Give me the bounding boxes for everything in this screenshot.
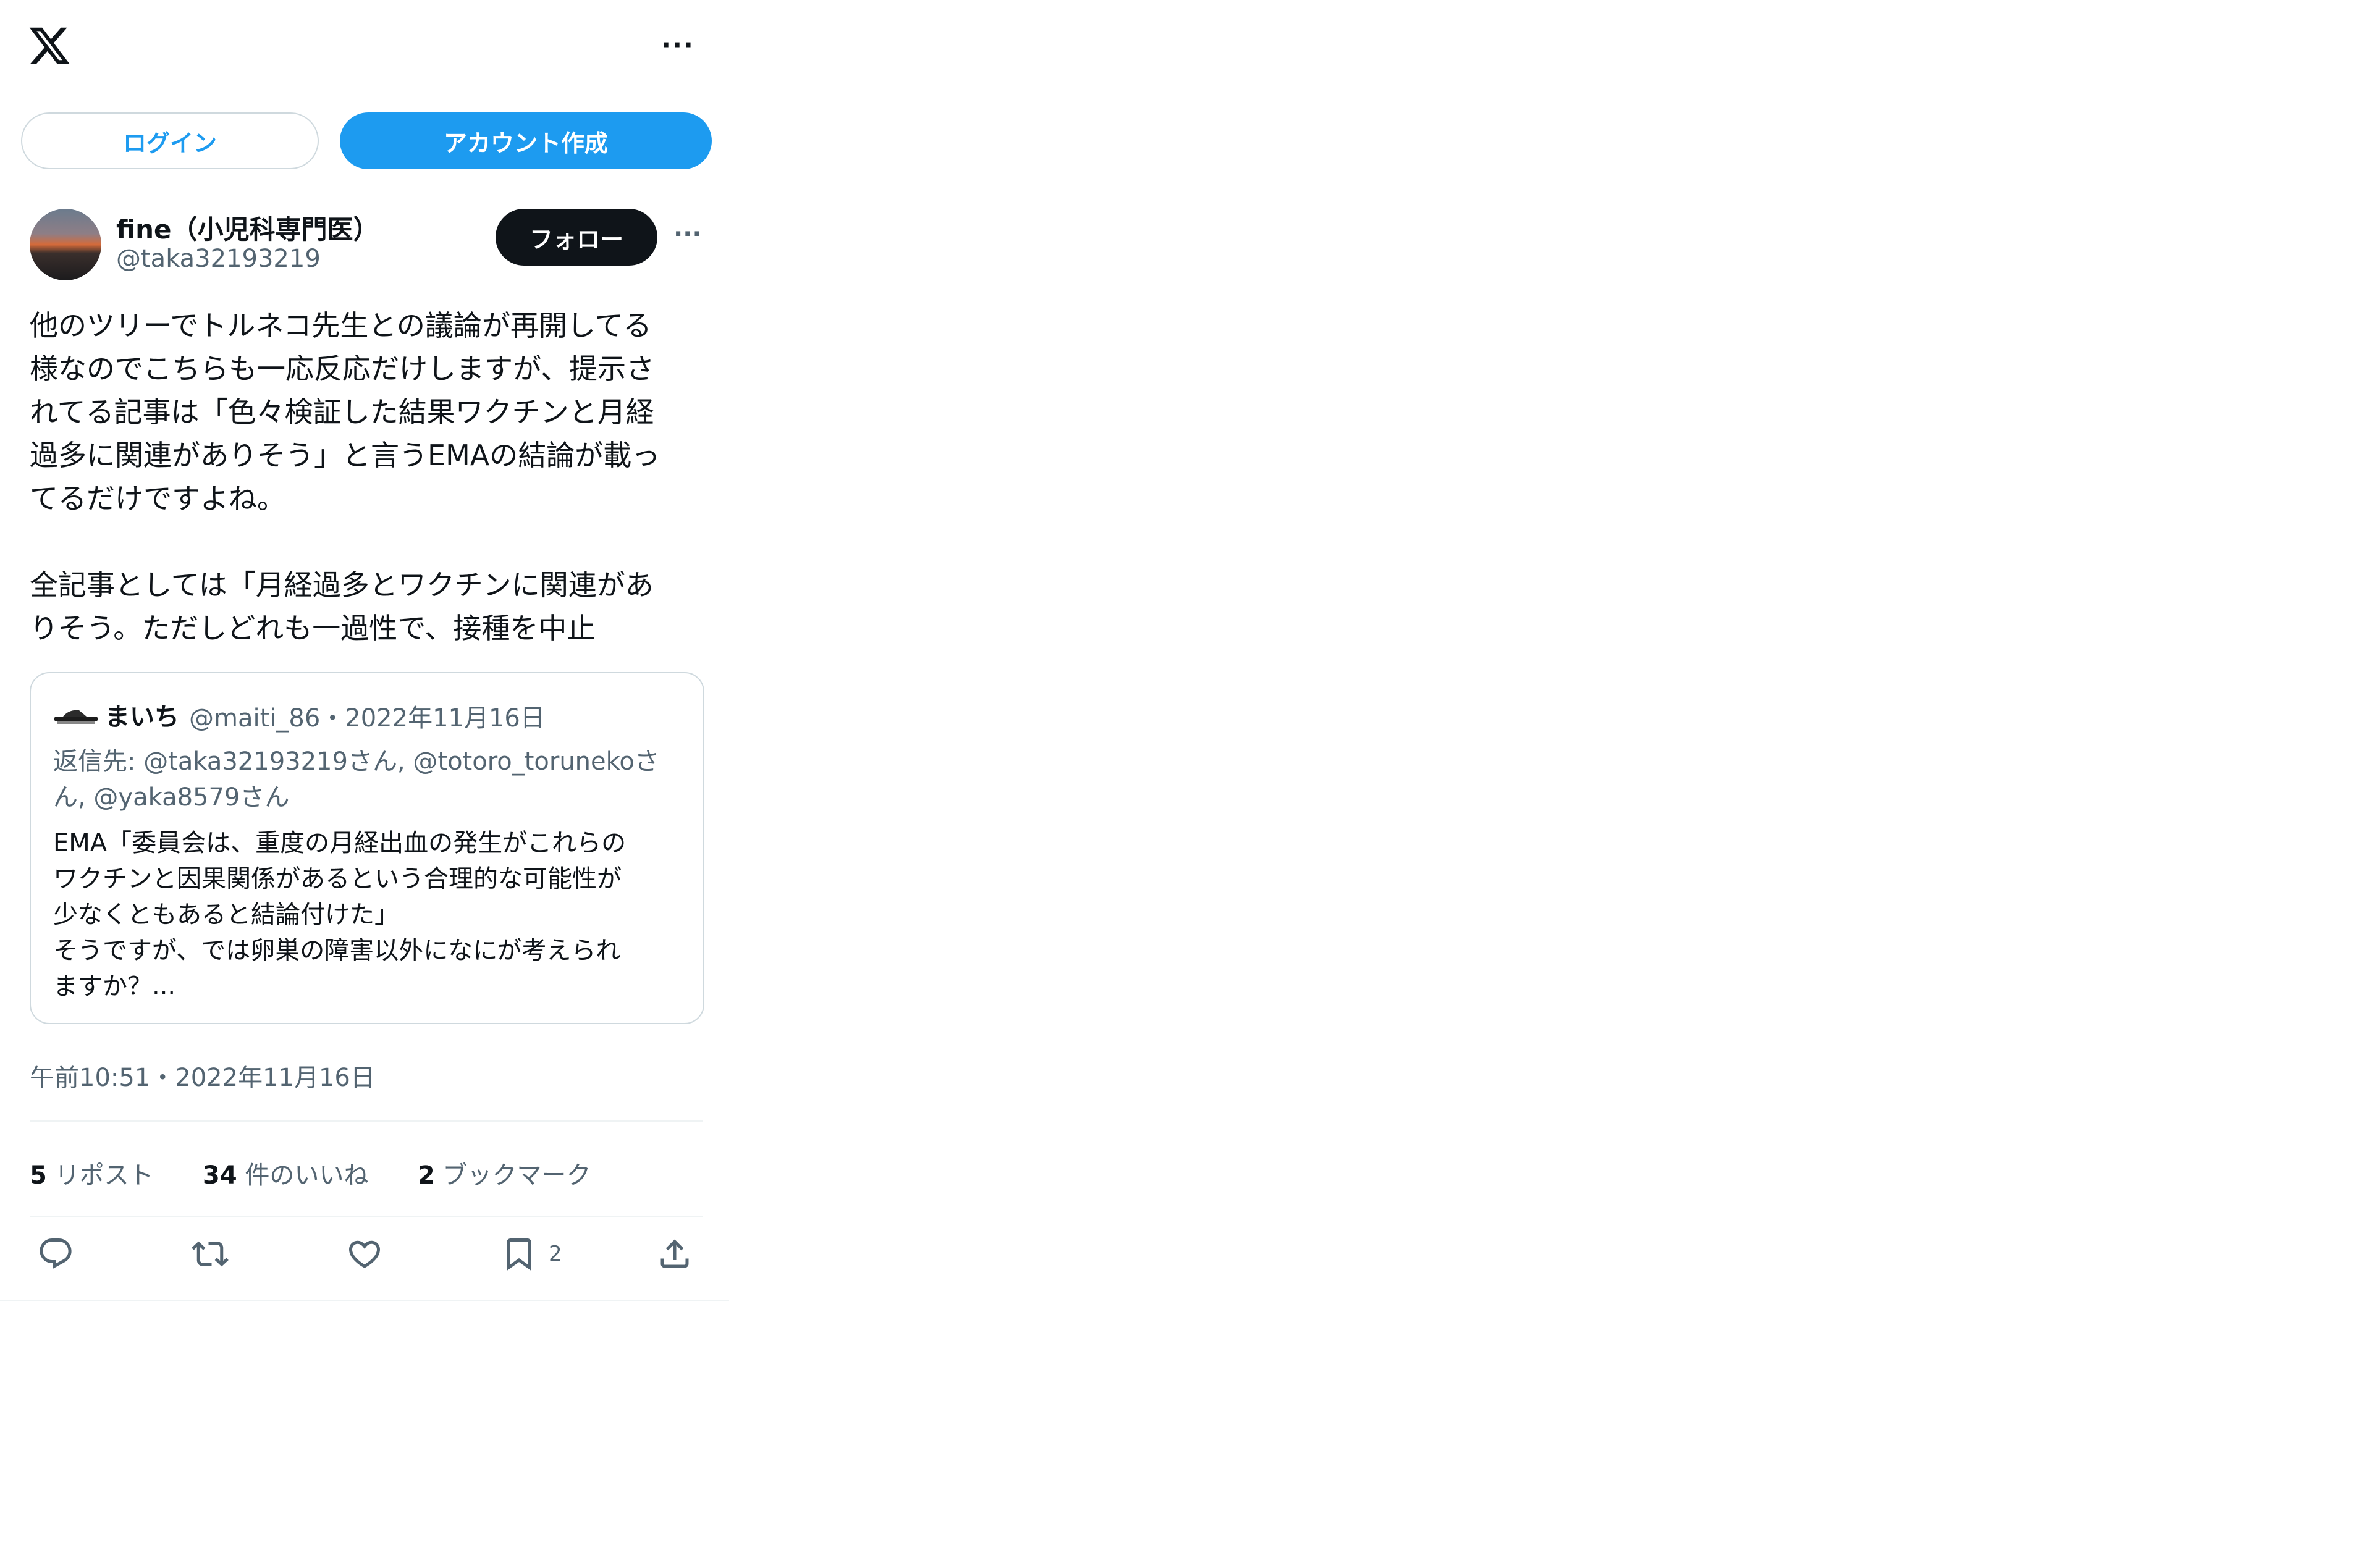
heart-icon [348, 1240, 381, 1268]
reposts-label: リポスト [54, 1161, 154, 1190]
quoted-post[interactable]: まいち @maiti_86・2022年11月16日 返信先: @taka3219… [30, 672, 704, 1024]
author-name[interactable]: fine（小児科専門医） [116, 209, 379, 246]
post-more-icon[interactable]: ··· [673, 222, 702, 246]
share-icon [660, 1239, 689, 1268]
x-logo-icon[interactable] [26, 23, 73, 68]
quote-avatar [54, 708, 98, 726]
like-button[interactable] [346, 1235, 383, 1272]
post-page: ··· ログイン アカウント作成 fine（小児科専門医） @taka32193… [0, 0, 729, 1301]
repost-icon [192, 1241, 229, 1267]
quote-author-handle-date: @maiti_86・2022年11月16日 [189, 704, 545, 733]
likes-count: 34 [203, 1161, 237, 1190]
quote-text: EMA「委員会は、重度の月経出血の発生がこれらの ワクチンと因果関係があるという… [53, 829, 627, 1001]
login-button[interactable]: ログイン [21, 112, 319, 169]
author-handle[interactable]: @taka32193219 [116, 245, 321, 273]
bookmark-icon [507, 1238, 531, 1271]
reply-button[interactable] [37, 1235, 74, 1272]
share-button[interactable] [656, 1235, 693, 1272]
avatar[interactable] [30, 209, 101, 280]
engagement-stats: 5 リポスト 34 件のいいね 2 ブックマーク [30, 1155, 591, 1191]
quote-author-name: まいち [105, 703, 179, 731]
follow-button[interactable]: フォロー [496, 209, 657, 266]
divider [30, 1120, 703, 1122]
post-timestamp[interactable]: 午前10:51・2022年11月16日 [30, 1057, 375, 1093]
bookmarks-label: ブックマーク [442, 1161, 591, 1190]
reposts-count: 5 [30, 1161, 47, 1190]
action-bar: 2 [30, 1235, 703, 1285]
reposts-stat[interactable]: 5 リポスト [30, 1161, 154, 1190]
bookmarks-count: 2 [417, 1161, 435, 1190]
bookmark-count: 2 [549, 1242, 562, 1266]
more-menu-icon[interactable]: ··· [661, 32, 694, 58]
post-text: 他のツリーでトルネコ先生との議論が再開してる 様なのでこちらも一応反応だけします… [30, 309, 660, 645]
repost-button[interactable] [192, 1235, 229, 1272]
bottom-divider [0, 1300, 729, 1301]
likes-stat[interactable]: 34 件のいいね [203, 1161, 368, 1190]
create-account-button[interactable]: アカウント作成 [340, 112, 712, 169]
likes-label: 件のいいね [245, 1161, 369, 1190]
quote-reply-to: 返信先: @taka32193219さん, @totoro_torunekoさん… [53, 747, 659, 812]
bookmark-button[interactable]: 2 [500, 1235, 562, 1272]
divider [30, 1216, 703, 1217]
bookmarks-stat[interactable]: 2 ブックマーク [418, 1161, 591, 1190]
reply-icon [40, 1238, 72, 1269]
